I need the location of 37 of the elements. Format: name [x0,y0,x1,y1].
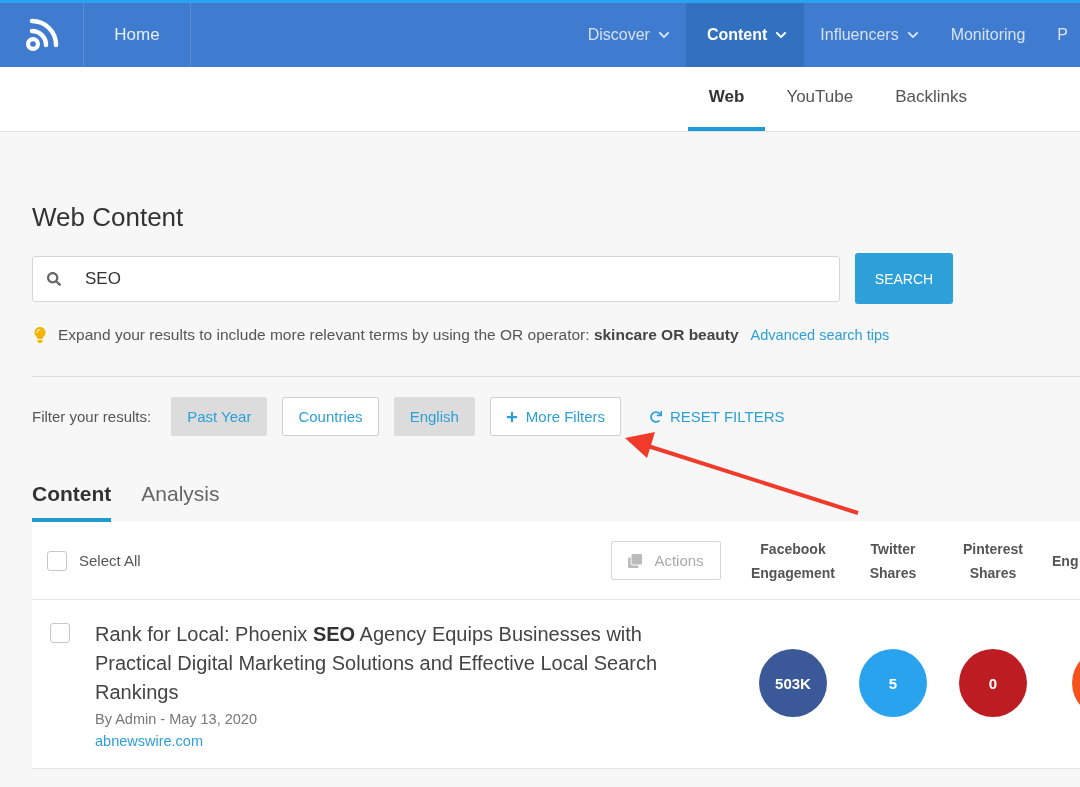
search-input[interactable]: SEO [83,267,839,290]
column-header[interactable]: Pinterest Shares [949,536,1037,585]
checkbox[interactable] [50,623,70,643]
plus-icon [505,410,518,423]
column-header[interactable]: Twitter Shares [849,536,937,585]
lightbulb-icon [32,327,48,343]
search-field[interactable]: SEO [32,255,840,302]
article-title[interactable]: Rank for Local: Phoenix SEO Agency Equips Businesses with Practical Digital Marketing Solutions and Effective Local Search Rankings [95,620,695,707]
nav-item[interactable]: Influencers [804,3,935,67]
tips-link[interactable]: Advanced search tips [750,327,890,343]
more-filters-button[interactable]: More Filters [489,397,621,436]
byline: By Admin - May 13, 2020 [95,711,258,727]
view-tab[interactable]: Analysis [141,482,220,522]
tab[interactable]: Backlinks [874,67,988,131]
search-icon [47,271,61,286]
metric-badge: 503K [759,649,827,717]
search-button[interactable]: SEARCH [855,253,953,304]
checkbox[interactable] [47,550,67,571]
column-header[interactable]: Facebook Engagement [749,536,837,585]
nav-item[interactable]: P [1041,3,1080,67]
select-all-label[interactable]: Select All [79,552,141,569]
column-header[interactable]: Eng [1052,548,1079,573]
nav-item[interactable]: Discover [571,3,686,67]
copy-icon [628,553,643,568]
nav-item[interactable]: Monitoring [934,3,1042,67]
filter-label: Filter your results: [32,408,152,425]
filter-chip[interactable]: Countries [282,397,379,436]
reset-filters-button[interactable]: RESET FILTERS [644,407,791,426]
tab[interactable]: YouTube [765,67,875,131]
nav-item[interactable]: Content [685,3,805,67]
reset-icon [650,410,662,423]
source-link[interactable]: abnewswire.com [95,733,695,749]
tab[interactable]: Web [687,67,766,131]
tip-text: Expand your results to include more relevant terms by using the OR operator: skincare OR beauty [58,326,739,344]
page-title: Web Content [32,202,185,233]
metric-badge: 0 [959,649,1027,717]
metric-badge: 5 [859,649,927,717]
